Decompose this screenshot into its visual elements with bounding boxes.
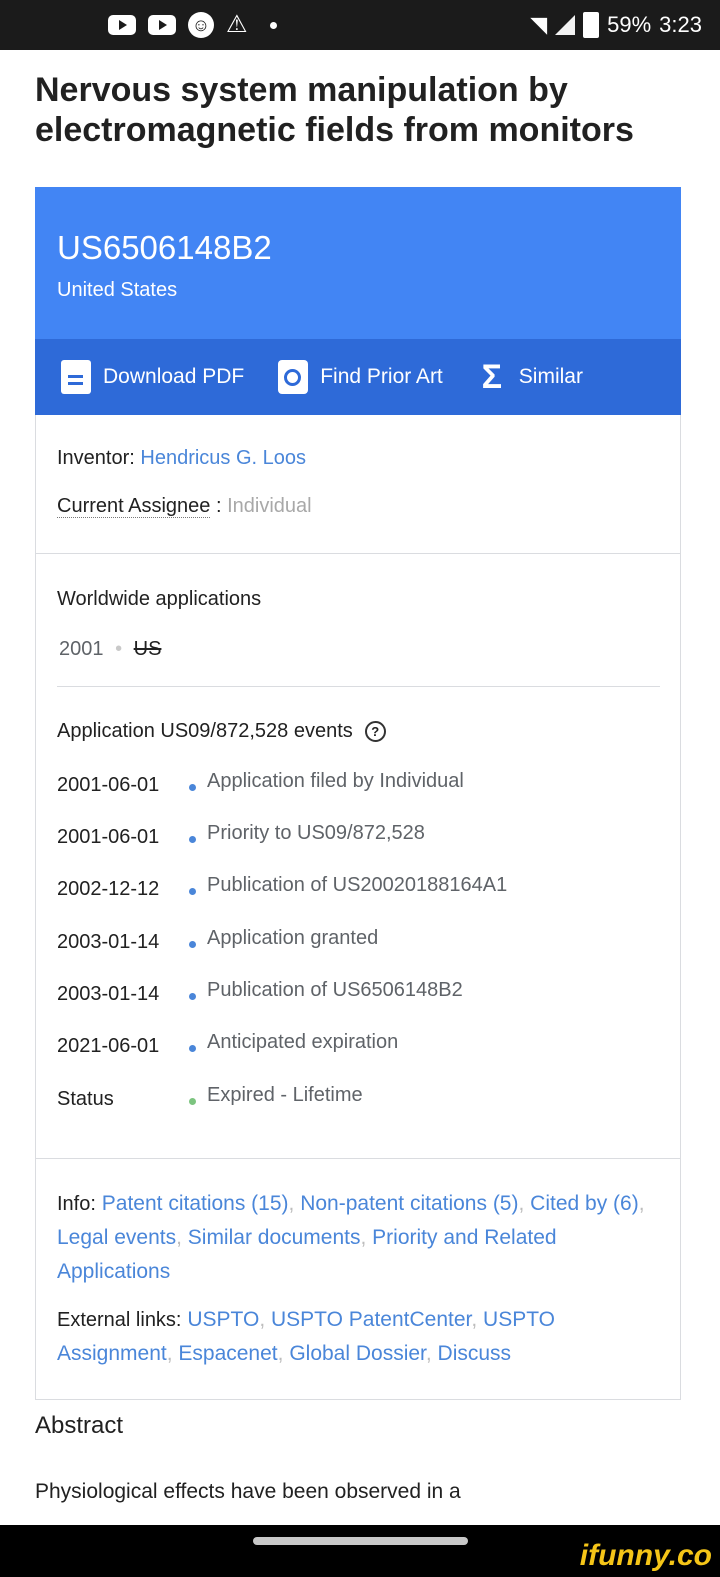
download-pdf-button[interactable]: Download PDF <box>61 360 244 394</box>
event-text: Application granted <box>207 927 379 949</box>
non-patent-citations-link[interactable]: Non-patent citations (5) <box>300 1192 518 1215</box>
worldwide-year: 2001 <box>59 638 104 660</box>
help-icon[interactable]: ? <box>364 721 386 742</box>
document-icon <box>61 360 91 394</box>
navigation-bar: ifunny.co <box>0 1525 720 1577</box>
dot-icon <box>269 21 277 29</box>
external-links: External links: USPTO, USPTO PatentCente… <box>57 1308 556 1365</box>
assignee-colon: : <box>215 495 222 517</box>
system-icons: ◥ 59% 3:23 <box>530 0 702 50</box>
warning-icon: ⚠ <box>226 11 248 38</box>
worldwide-country-link[interactable]: US <box>134 638 162 660</box>
abstract-text: Physiological effects have been observed… <box>35 1480 461 1503</box>
event-row: 2002-12-12 Publication of US20020188164A… <box>57 874 677 906</box>
event-date: 2002-12-12 <box>57 878 160 900</box>
worldwide-row: 2001 • US <box>59 638 161 661</box>
event-bullet <box>189 888 196 895</box>
patent-header: US6506148B2 United States <box>35 187 681 339</box>
wifi-icon: ◥ <box>530 12 548 37</box>
battery-icon <box>583 12 600 38</box>
inventor-link[interactable]: Hendricus G. Loos <box>140 447 306 469</box>
event-bullet <box>189 836 196 843</box>
similar-documents-link[interactable]: Similar documents <box>188 1226 361 1249</box>
similar-label: Similar <box>518 365 583 388</box>
event-row: 2001-06-01 Priority to US09/872,528 <box>57 822 677 854</box>
event-date: 2003-01-14 <box>57 931 160 953</box>
assignee-label[interactable]: Current Assignee <box>57 495 211 518</box>
uspto-patentcenter-link[interactable]: USPTO PatentCenter <box>271 1308 471 1331</box>
status-bullet <box>189 1098 196 1105</box>
patent-country: United States <box>57 279 178 301</box>
assignee-value: Individual <box>227 495 312 517</box>
external-label: External links: <box>57 1309 182 1331</box>
status-label: Status <box>57 1088 114 1110</box>
sigma-icon: Σ <box>481 358 502 396</box>
event-text: Publication of US20020188164A1 <box>207 874 508 896</box>
watermark-logo: ifunny.co <box>579 1539 712 1572</box>
event-row: 2021-06-01 Anticipated expiration <box>57 1031 677 1063</box>
worldwide-separator: • <box>115 638 123 660</box>
battery-percent: 59% <box>607 12 652 37</box>
find-prior-art-label: Find Prior Art <box>320 365 443 388</box>
legal-events-link[interactable]: Legal events <box>57 1226 176 1249</box>
youtube-icon <box>108 15 136 35</box>
espacenet-link[interactable]: Espacenet <box>178 1342 277 1365</box>
info-label: Info: <box>57 1193 96 1215</box>
patent-card: US6506148B2 United States Download PDF F… <box>35 187 681 1400</box>
action-bar: Download PDF Find Prior Art Σ Similar <box>35 339 681 415</box>
event-text: Priority to US09/872,528 <box>207 822 425 844</box>
events-title: Application US09/872,528 events? <box>57 720 386 743</box>
status-value: Expired - Lifetime <box>207 1084 363 1106</box>
people-section: Inventor: Hendricus G. Loos Current Assi… <box>35 415 681 554</box>
event-bullet <box>189 1045 196 1052</box>
event-row: 2003-01-14 Publication of US6506148B2 <box>57 979 677 1011</box>
event-bullet <box>189 784 196 791</box>
home-gesture-handle[interactable] <box>253 1537 468 1545</box>
event-date: 2001-06-01 <box>57 826 160 848</box>
patent-number: US6506148B2 <box>57 229 272 266</box>
cited-by-link[interactable]: Cited by (6) <box>530 1192 639 1215</box>
event-row: 2003-01-14 Application granted <box>57 927 677 959</box>
worldwide-title: Worldwide applications <box>57 588 262 610</box>
signal-icon <box>555 15 576 35</box>
smiley-icon: ☺ <box>188 12 214 38</box>
assignee-row: Current Assignee : Individual <box>57 495 312 518</box>
applications-section: Worldwide applications 2001 • US Applica… <box>35 554 681 1159</box>
clock: 3:23 <box>659 12 702 37</box>
notification-icons: ☺ ⚠ <box>108 0 277 50</box>
event-bullet <box>189 941 196 948</box>
similar-button[interactable]: Σ Similar <box>477 360 583 394</box>
status-row: Status Expired - Lifetime <box>57 1084 677 1116</box>
divider <box>57 686 660 687</box>
events-title-text: Application US09/872,528 events <box>57 720 353 742</box>
discuss-link[interactable]: Discuss <box>438 1342 512 1365</box>
search-icon <box>278 360 309 394</box>
event-bullet <box>189 993 196 1000</box>
event-text: Application filed by Individual <box>207 770 464 792</box>
links-section: Info: Patent citations (15), Non-patent … <box>35 1159 681 1400</box>
status-bar: ☺ ⚠ ◥ 59% 3:23 <box>0 0 720 50</box>
event-row: 2001-06-01 Application filed by Individu… <box>57 770 677 802</box>
abstract-heading: Abstract <box>35 1412 124 1439</box>
event-date: 2001-06-01 <box>57 774 160 796</box>
event-date: 2021-06-01 <box>57 1035 160 1057</box>
inventor-label: Inventor: <box>57 447 135 469</box>
download-pdf-label: Download PDF <box>103 365 245 388</box>
event-date: 2003-01-14 <box>57 983 160 1005</box>
info-links: Info: Patent citations (15), Non-patent … <box>57 1192 645 1283</box>
event-text: Publication of US6506148B2 <box>207 979 463 1001</box>
global-dossier-link[interactable]: Global Dossier <box>289 1342 426 1365</box>
event-text: Anticipated expiration <box>207 1031 399 1053</box>
uspto-link[interactable]: USPTO <box>187 1308 259 1331</box>
patent-citations-link[interactable]: Patent citations (15) <box>102 1192 289 1215</box>
find-prior-art-button[interactable]: Find Prior Art <box>278 360 443 394</box>
page-title: Nervous system manipulation by electroma… <box>35 71 634 149</box>
inventor-row: Inventor: Hendricus G. Loos <box>57 447 306 470</box>
youtube-icon <box>148 15 176 35</box>
